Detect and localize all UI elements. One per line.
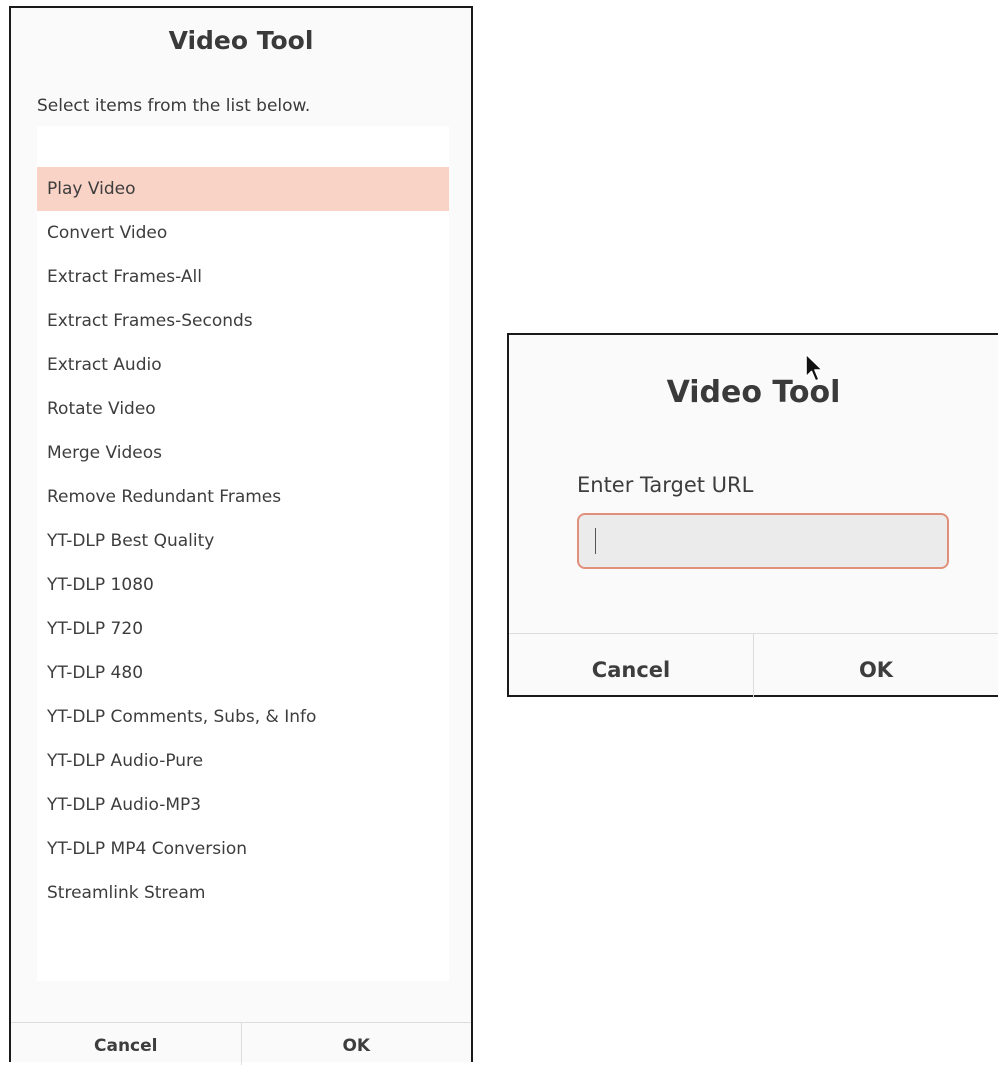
url-label: Enter Target URL [577,473,754,497]
list-item[interactable]: Play Video [37,167,449,211]
dialog-title: Video Tool [168,26,314,55]
ok-button[interactable]: OK [753,634,998,698]
list-item[interactable]: Extract Frames-All [37,255,449,299]
list-item[interactable]: YT-DLP 1080 [37,563,449,607]
list-item[interactable]: YT-DLP MP4 Conversion [37,827,449,871]
list-item[interactable]: Rotate Video [37,387,449,431]
dialog-title: Video Tool [666,375,841,410]
list-item[interactable]: Merge Videos [37,431,449,475]
list-item[interactable]: Extract Audio [37,343,449,387]
list-item[interactable]: Streamlink Stream [37,871,449,915]
dialog-footer: Cancel OK [509,633,998,698]
list-item[interactable]: YT-DLP Audio-Pure [37,739,449,783]
list-item[interactable]: Convert Video [37,211,449,255]
list-dialog: Video Tool Select items from the list be… [9,6,473,1065]
list-prompt: Select items from the list below. [37,96,311,116]
text-caret [595,528,596,554]
list-item[interactable]: Extract Frames-Seconds [37,299,449,343]
list-item[interactable]: YT-DLP 720 [37,607,449,651]
url-input[interactable] [577,513,949,569]
list-item[interactable]: YT-DLP Comments, Subs, & Info [37,695,449,739]
list-item[interactable]: YT-DLP Best Quality [37,519,449,563]
item-list[interactable]: Play Video Convert Video Extract Frames-Al… [37,126,449,981]
list-item[interactable]: YT-DLP Audio-MP3 [37,783,449,827]
url-dialog: Video Tool Enter Target URL Cancel OK [507,333,998,698]
cancel-button[interactable]: Cancel [509,634,753,698]
list-item[interactable]: YT-DLP 480 [37,651,449,695]
mouse-pointer-icon [805,353,824,382]
list-item[interactable]: Remove Redundant Frames [37,475,449,519]
